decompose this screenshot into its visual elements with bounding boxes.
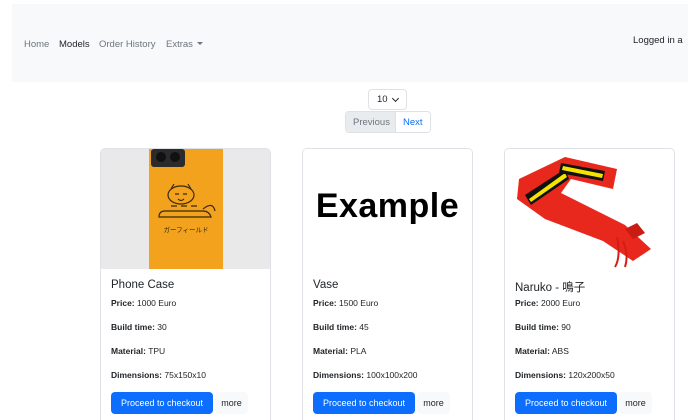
nav-extras[interactable]: Extras — [166, 39, 203, 50]
caret-down-icon — [196, 41, 203, 45]
product-dimensions: Dimensions: 100x100x200 — [313, 370, 418, 380]
product-price: Price: 2000 Euro — [515, 298, 581, 308]
product-material: Material: ABS — [515, 346, 569, 356]
navbar: Home Models Order History Extras Logged … — [12, 4, 688, 82]
product-image-naruko — [505, 149, 674, 269]
more-button[interactable]: more — [619, 392, 652, 414]
next-button[interactable]: Next — [396, 112, 430, 132]
nav-models[interactable]: Models — [59, 39, 90, 50]
phone-case-print-text: ガーフィールド — [164, 225, 209, 234]
product-image-phone-case: ガーフィールド — [101, 149, 270, 269]
more-button[interactable]: more — [215, 392, 248, 414]
previous-button[interactable]: Previous — [346, 112, 396, 132]
proceed-to-checkout-button[interactable]: Proceed to checkout — [515, 392, 617, 414]
product-price: Price: 1000 Euro — [111, 298, 177, 308]
proceed-to-checkout-button[interactable]: Proceed to checkout — [111, 392, 213, 414]
per-page-value: 10 — [377, 94, 388, 105]
user-status: Logged in a — [633, 35, 683, 46]
per-page-select[interactable]: 10 — [368, 89, 407, 110]
product-material: Material: TPU — [111, 346, 166, 356]
product-image-vase: Example — [303, 149, 472, 269]
nav-extras-label: Extras — [166, 39, 193, 50]
product-card-phone-case: ガーフィールド Phone Case Price: 1000 Euro Buil… — [100, 148, 271, 420]
pagination: Previous Next — [345, 111, 431, 133]
product-dimensions: Dimensions: 120x200x50 — [515, 370, 615, 380]
product-title: Naruko - 鳴子 — [515, 282, 586, 294]
more-button[interactable]: more — [417, 392, 450, 414]
product-price: Price: 1500 Euro — [313, 298, 379, 308]
naruko-image — [517, 157, 651, 268]
chevron-down-icon — [391, 94, 400, 103]
product-build-time: Build time: 90 — [515, 322, 571, 332]
product-card-vase: Example Vase Price: 1500 Euro Build time… — [302, 148, 473, 420]
phone-case-image: ガーフィールド — [149, 149, 223, 269]
product-title: Vase — [313, 279, 339, 291]
nav-order-history[interactable]: Order History — [99, 39, 155, 50]
product-card-naruko: Naruko - 鳴子 Price: 2000 Euro Build time:… — [504, 148, 675, 420]
product-build-time: Build time: 45 — [313, 322, 369, 332]
product-title: Phone Case — [111, 279, 175, 291]
example-placeholder-text: Example — [315, 187, 460, 225]
proceed-to-checkout-button[interactable]: Proceed to checkout — [313, 392, 415, 414]
product-build-time: Build time: 30 — [111, 322, 167, 332]
product-dimensions: Dimensions: 75x150x10 — [111, 370, 206, 380]
nav-home[interactable]: Home — [24, 39, 49, 50]
product-material: Material: PLA — [313, 346, 367, 356]
